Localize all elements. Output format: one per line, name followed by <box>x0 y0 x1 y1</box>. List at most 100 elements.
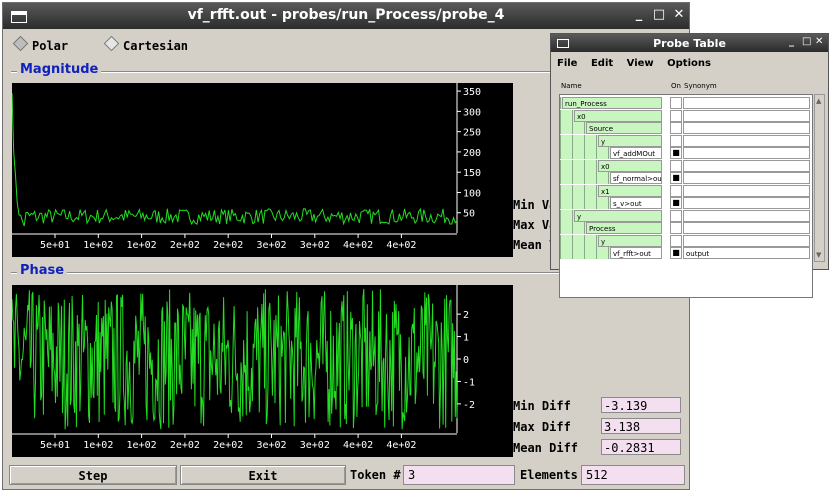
probe-name: x0 <box>598 159 662 172</box>
probe-tree-row[interactable]: x1 <box>560 184 812 197</box>
probe-tree-row[interactable]: Process <box>560 222 812 234</box>
probe-on-checkbox[interactable]: ■ <box>670 247 682 259</box>
tree-guide <box>560 134 572 147</box>
menu-edit[interactable]: Edit <box>591 58 613 69</box>
maximize-button[interactable]: □ <box>651 7 667 23</box>
probe-minimize-button[interactable]: _ <box>789 36 794 47</box>
probe-synonym-field[interactable] <box>683 109 810 122</box>
step-button[interactable]: Step <box>9 465 177 485</box>
probe-synonym-field[interactable] <box>683 147 810 159</box>
probe-name: x1 <box>598 184 662 197</box>
exit-button[interactable]: Exit <box>180 465 346 485</box>
phase-plot[interactable]: 5e+01 1e+02 1e+02 2e+02 2e+02 3e+02 3e+02 4e+02… <box>11 285 513 457</box>
radio-unselected-icon <box>103 35 120 52</box>
y-tick-label: 200 <box>463 148 481 159</box>
window-title: vf_rfft.out - probes/run_Process/probe_4 <box>187 7 505 23</box>
tree-guide <box>560 184 572 197</box>
probe-tree-row[interactable]: x0 <box>560 159 812 172</box>
probe-scrollbar[interactable]: ▲ ▼ <box>814 94 825 262</box>
polar-radio[interactable]: Polar <box>12 35 68 53</box>
probe-tree-row[interactable]: y <box>560 134 812 147</box>
title-bar[interactable]: vf_rfft.out - probes/run_Process/probe_4… <box>3 3 689 29</box>
x-tick-label: 3e+02 <box>256 440 286 451</box>
elements-value: 512 <box>581 465 685 485</box>
probe-synonym-field[interactable] <box>683 134 810 147</box>
x-tick-label: 1e+02 <box>83 240 113 251</box>
probe-on-checkbox[interactable]: ■ <box>670 197 682 209</box>
x-tick-label: 5e+01 <box>40 240 70 251</box>
tree-guide <box>572 222 584 234</box>
x-tick-label: 3e+02 <box>256 240 286 251</box>
tree-guide <box>572 134 584 147</box>
probe-on-checkbox[interactable] <box>670 209 682 222</box>
magnitude-plot[interactable]: 5e+01 1e+02 1e+02 2e+02 2e+02 3e+02 3e+02 4e+02… <box>11 83 513 257</box>
probe-synonym-field[interactable] <box>683 97 810 109</box>
probe-name: sf_normal>out <box>610 172 662 184</box>
tree-guide <box>560 209 572 222</box>
tree-guide <box>560 122 572 134</box>
tree-guide <box>584 147 596 159</box>
probe-synonym-field[interactable] <box>683 209 810 222</box>
series-line <box>11 288 458 430</box>
menu-view[interactable]: View <box>627 58 654 69</box>
probe-close-button[interactable]: ✕ <box>815 36 823 47</box>
probe-synonym-field[interactable] <box>683 172 810 184</box>
probe-tree-row[interactable]: y <box>560 209 812 222</box>
probe-table-title-bar[interactable]: Probe Table _ □ ✕ <box>551 34 828 52</box>
probe-synonym-field[interactable] <box>683 234 810 247</box>
probe-tree-row[interactable]: vf_addMOut ■ <box>560 147 812 159</box>
probe-synonym-field[interactable] <box>683 159 810 172</box>
probe-on-checkbox[interactable] <box>670 134 682 147</box>
probe-tree-row[interactable]: y <box>560 234 812 247</box>
token-input[interactable]: 3 <box>403 465 515 485</box>
probe-table-title: Probe Table <box>653 37 726 50</box>
probe-tree-row[interactable]: Source <box>560 122 812 134</box>
probe-table-header: Name On Synonym <box>561 82 717 90</box>
phase-min-label: Min Diff <box>513 399 571 413</box>
probe-tree-row[interactable]: x0 <box>560 109 812 122</box>
phase-max-value: 3.138 <box>601 418 681 434</box>
probe-synonym-field[interactable]: output <box>683 247 810 259</box>
x-tick-label: 4e+02 <box>386 240 416 251</box>
probe-tree-row[interactable]: s_v>out ■ <box>560 197 812 209</box>
probe-synonym-field[interactable] <box>683 184 810 197</box>
tree-guide <box>596 172 608 184</box>
probe-name: vf_rfft>out <box>610 247 662 259</box>
probe-on-checkbox[interactable] <box>670 97 682 109</box>
probe-on-checkbox[interactable] <box>670 109 682 122</box>
probe-maximize-button[interactable]: □ <box>802 36 811 47</box>
menu-options[interactable]: Options <box>667 58 711 69</box>
probe-on-checkbox[interactable]: ■ <box>670 172 682 184</box>
probe-on-checkbox[interactable] <box>670 184 682 197</box>
scroll-down-icon[interactable]: ▼ <box>816 251 821 259</box>
tree-guide <box>560 222 572 234</box>
probe-on-checkbox[interactable] <box>670 122 682 134</box>
probe-on-checkbox[interactable] <box>670 159 682 172</box>
probe-tree-row[interactable]: sf_normal>out ■ <box>560 172 812 184</box>
menu-file[interactable]: File <box>557 58 577 69</box>
header-on: On <box>671 82 681 90</box>
probe-tree-row[interactable]: vf_rfft>out ■ output <box>560 247 812 259</box>
probe-on-checkbox[interactable] <box>670 222 682 234</box>
probe-synonym-field[interactable] <box>683 222 810 234</box>
probe-synonym-field[interactable] <box>683 122 810 134</box>
probe-tree-row[interactable]: run_Process <box>560 97 812 109</box>
probe-tree[interactable]: run_Process x0 Source y vf_addMOut ■ x0 sf_norm… <box>559 94 813 298</box>
probe-on-checkbox[interactable]: ■ <box>670 147 682 159</box>
scroll-up-icon[interactable]: ▲ <box>816 97 821 105</box>
probe-synonym-field[interactable] <box>683 197 810 209</box>
x-tick-label: 1e+02 <box>127 240 157 251</box>
x-tick-label: 4e+02 <box>386 440 416 451</box>
y-tick-label: -1 <box>463 377 475 388</box>
probe-name: Process <box>586 222 662 234</box>
x-tick-label: 2e+02 <box>170 240 200 251</box>
y-tick-label: 150 <box>463 168 481 179</box>
cartesian-radio[interactable]: Cartesian <box>103 35 188 53</box>
y-tick-label: 50 <box>463 209 475 220</box>
minimize-button[interactable]: _ <box>631 7 647 23</box>
probe-on-checkbox[interactable] <box>670 234 682 247</box>
probe-name: run_Process <box>562 97 662 109</box>
tree-guide <box>560 247 572 259</box>
tree-guide <box>572 122 584 134</box>
close-button[interactable]: ✕ <box>671 7 687 23</box>
